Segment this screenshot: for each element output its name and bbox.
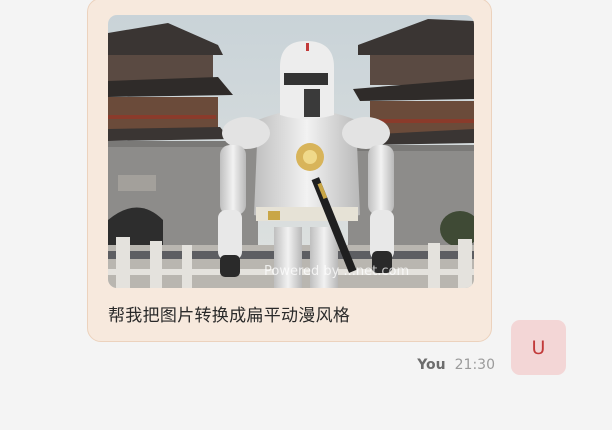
chat-area: Powered by ...net.com 帮我把图片转换成扁平动漫风格 You…	[0, 0, 612, 430]
message-meta: You 21:30	[417, 357, 495, 373]
message-timestamp: 21:30	[454, 357, 495, 373]
message-text: 帮我把图片转换成扁平动漫风格	[108, 306, 351, 326]
sender-name: You	[417, 357, 446, 373]
attached-image[interactable]: Powered by ...net.com	[108, 15, 474, 288]
user-message-bubble: Powered by ...net.com 帮我把图片转换成扁平动漫风格	[87, 0, 492, 342]
user-avatar[interactable]: U	[511, 320, 566, 375]
knight-photo: Powered by ...net.com	[108, 15, 474, 288]
image-watermark: Powered by ...net.com	[264, 264, 409, 279]
